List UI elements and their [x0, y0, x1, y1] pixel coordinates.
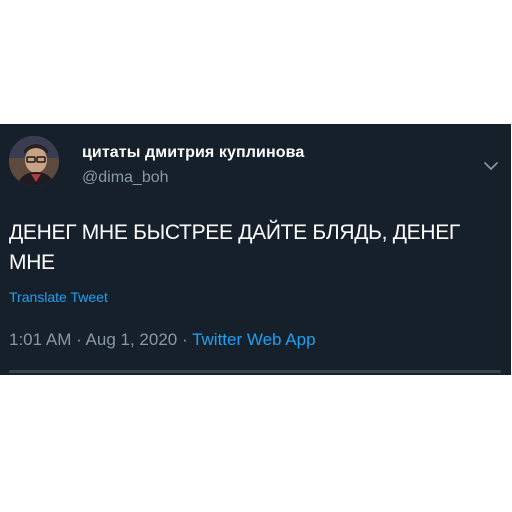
tweet-text: ДЕНЕГ МНЕ БЫСТРЕЕ ДАЙТЕ БЛЯДЬ, ДЕНЕГ МНЕ: [9, 221, 460, 274]
translate-tweet-link[interactable]: Translate Tweet: [9, 289, 108, 305]
meta-separator: ·: [177, 330, 193, 349]
tweet-date[interactable]: Aug 1, 2020: [86, 330, 178, 349]
divider: [9, 370, 501, 373]
tweet-source-link[interactable]: Twitter Web App: [192, 330, 315, 349]
chevron-down-icon[interactable]: [482, 160, 500, 172]
author-name[interactable]: цитаты дмитрия куплинова: [82, 144, 304, 162]
tweet-time[interactable]: 1:01 AM: [9, 330, 71, 349]
avatar[interactable]: [9, 136, 59, 186]
meta-separator: ·: [71, 330, 86, 349]
tweet-meta: 1:01 AM · Aug 1, 2020 · Twitter Web App: [9, 330, 316, 350]
author-handle[interactable]: @dima_boh: [82, 169, 169, 187]
tweet-card: цитаты дмитрия куплинова @dima_boh ДЕНЕГ…: [0, 124, 511, 375]
avatar-image: [9, 136, 59, 186]
